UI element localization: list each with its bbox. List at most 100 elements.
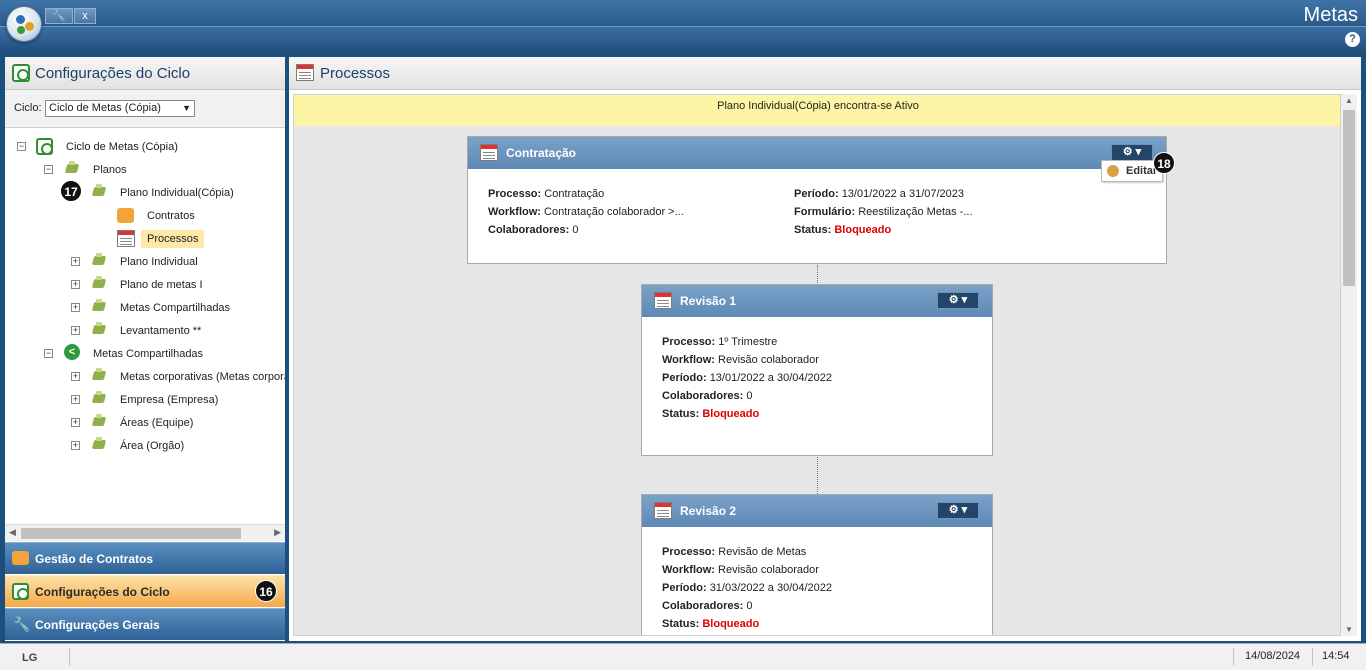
process-card-revisao-2: Revisão 2 ⚙ ▾ Processo: Revisão de Metas… (641, 494, 993, 635)
process-card-contratacao: Contratação ⚙ ▾ Processo: Contratação Wo… (467, 136, 1167, 264)
gear-menu-button[interactable]: ⚙ ▾ (1111, 144, 1153, 161)
field-label: Período: (662, 582, 707, 594)
expand-icon[interactable]: + (71, 326, 80, 335)
tree-item-empresa[interactable]: Empresa (Empresa) (120, 391, 218, 409)
lg-logo: LG (22, 652, 38, 664)
tools-tab[interactable]: 🔧 (45, 8, 73, 24)
field-label: Formulário: (794, 206, 856, 218)
tree-item-plano-metas-i[interactable]: Plano de metas I (120, 276, 203, 294)
plan-icon (92, 368, 107, 382)
field-label: Workflow: (662, 354, 715, 366)
ciclo-select[interactable]: Ciclo de Metas (Cópia) ▼ (45, 100, 195, 117)
tree-item-planos[interactable]: Planos (93, 161, 127, 179)
field-label: Processo: (662, 546, 716, 558)
close-tab-button[interactable]: x (74, 8, 96, 24)
colaboradores-value: 0 (572, 224, 579, 236)
tree-item-metas-compartilhadas-group[interactable]: Metas Compartilhadas (93, 345, 203, 363)
tree-item-metas-corporativas[interactable]: Metas corporativas (Metas corpora (120, 368, 285, 386)
processo-value: Revisão de Metas (718, 546, 807, 558)
status-value: Bloqueado (834, 224, 892, 236)
tree-item-plano-individual-copia[interactable]: Plano Individual(Cópia) (120, 184, 234, 202)
chevron-down-icon: ▼ (182, 103, 191, 113)
collapse-icon[interactable]: − (17, 142, 26, 151)
left-panel: Configurações do Ciclo Ciclo: Ciclo de M… (5, 57, 285, 641)
cycle-icon (12, 583, 29, 600)
processo-value: 1º Trimestre (718, 336, 778, 348)
wrench-icon: 🔧 (13, 616, 31, 632)
tree-item-plano-individual[interactable]: Plano Individual (120, 253, 198, 271)
accordion-configuracoes-ciclo[interactable]: Configurações do Ciclo 16 (5, 575, 285, 607)
field-label: Status: (794, 224, 832, 236)
expand-icon[interactable]: + (71, 303, 80, 312)
field-label: Período: (794, 188, 839, 200)
plan-icon (92, 184, 107, 198)
wrench-icon: 🔧 (52, 10, 66, 22)
edit-icon (1107, 165, 1119, 177)
process-icon (296, 64, 314, 81)
tree-item-contratos[interactable]: Contratos (147, 207, 195, 225)
status-value: Bloqueado (702, 408, 760, 420)
close-icon: x (82, 10, 88, 22)
accordion-label: Configurações do Ciclo (35, 585, 170, 599)
tree-item-areas[interactable]: Áreas (Equipe) (120, 414, 193, 432)
processo-value: Contratação (544, 188, 605, 200)
cycle-icon (12, 64, 30, 82)
left-panel-header: Configurações do Ciclo (5, 57, 285, 90)
field-label: Período: (662, 372, 707, 384)
workflow-value: Revisão colaborador (718, 354, 819, 366)
accordion-configuracoes-gerais[interactable]: 🔧 Configurações Gerais (5, 608, 285, 640)
arrow-down-icon[interactable]: ▼ (1345, 625, 1353, 634)
expand-icon[interactable]: + (71, 280, 80, 289)
expand-icon[interactable]: + (71, 257, 80, 266)
gear-menu-button[interactable]: ⚙ ▾ (937, 292, 979, 309)
plan-icon (92, 437, 107, 451)
gear-icon: ⚙ ▾ (948, 504, 968, 516)
help-button[interactable]: ? (1345, 32, 1360, 47)
arrow-right-icon[interactable]: ▶ (274, 527, 281, 538)
workflow-value: Contratação colaborador >... (544, 206, 684, 218)
card-title: Revisão 1 (680, 294, 737, 308)
vertical-scrollbar[interactable]: ▲ ▼ (1341, 94, 1357, 636)
top-bar: 🔧 x Metas (0, 0, 1366, 26)
process-card-revisao-1: Revisão 1 ⚙ ▾ Processo: 1º Trimestre Wor… (641, 284, 993, 456)
field-label: Colaboradores: (662, 600, 744, 612)
workflow-value: Revisão colaborador (718, 564, 819, 576)
field-label: Status: (662, 408, 700, 420)
card-header: Contratação ⚙ ▾ (468, 137, 1166, 169)
plan-icon (65, 161, 80, 175)
sub-bar (0, 26, 1366, 52)
expand-icon[interactable]: + (71, 418, 80, 427)
scrollbar-thumb[interactable] (1343, 110, 1355, 286)
connector-line (817, 265, 818, 285)
horizontal-scrollbar[interactable]: ◀ ▶ (5, 524, 285, 541)
collapse-icon[interactable]: − (44, 349, 53, 358)
expand-icon[interactable]: + (71, 441, 80, 450)
app-logo-button[interactable] (6, 6, 42, 42)
divider (1233, 648, 1234, 666)
status-bar: LG 14/08/2024 14:54 (0, 643, 1366, 670)
scrollbar-thumb[interactable] (21, 528, 241, 539)
annotation-badge: 18 (1153, 152, 1175, 174)
expand-icon[interactable]: + (71, 372, 80, 381)
process-icon (654, 292, 672, 309)
contracts-icon (12, 551, 29, 565)
tree-item-area-orgao[interactable]: Área (Orgão) (120, 437, 184, 455)
arrow-left-icon[interactable]: ◀ (9, 527, 16, 538)
formulario-value: Reestilização Metas -... (858, 206, 973, 218)
field-label: Colaboradores: (488, 224, 570, 236)
gear-menu-button[interactable]: ⚙ ▾ (937, 502, 979, 519)
tree-item-levantamento[interactable]: Levantamento ** (120, 322, 201, 340)
process-icon (117, 230, 135, 247)
annotation-badge: 17 (60, 180, 82, 202)
expand-icon[interactable]: + (71, 395, 80, 404)
arrow-up-icon[interactable]: ▲ (1345, 96, 1353, 105)
process-icon (654, 502, 672, 519)
accordion-gestao-contratos[interactable]: Gestão de Contratos (5, 542, 285, 574)
tree-item-root[interactable]: Ciclo de Metas (Cópia) (66, 138, 178, 156)
tree-item-metas-compartilhadas[interactable]: Metas Compartilhadas (120, 299, 230, 317)
gear-icon: ⚙ ▾ (948, 294, 968, 306)
tree-item-processos[interactable]: Processos (141, 230, 205, 248)
periodo-value: 31/03/2022 a 30/04/2022 (709, 582, 833, 594)
field-label: Workflow: (488, 206, 541, 218)
collapse-icon[interactable]: − (44, 165, 53, 174)
